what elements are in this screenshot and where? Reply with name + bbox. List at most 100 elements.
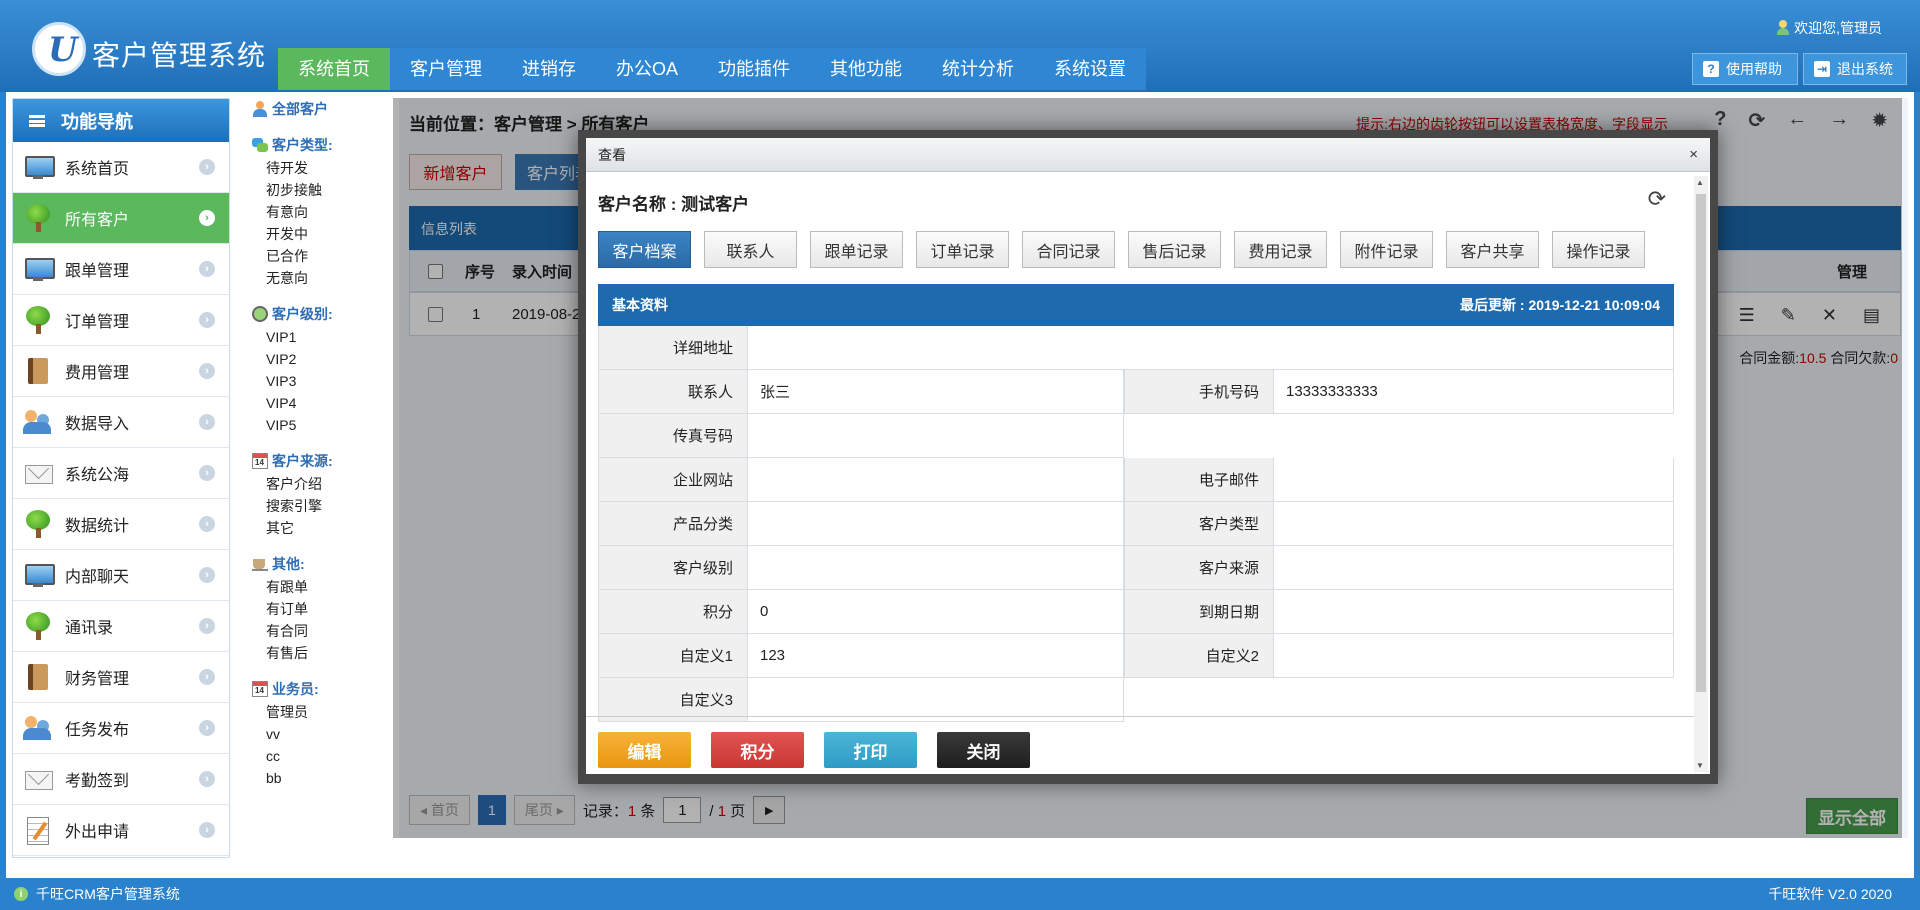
- tab-orders[interactable]: 订单记录: [916, 231, 1009, 268]
- field-label: 自定义3: [598, 678, 748, 721]
- nav-office[interactable]: 办公OA: [596, 48, 698, 90]
- scroll-thumb[interactable]: [1696, 194, 1706, 692]
- refresh-icon[interactable]: ⟳: [1648, 186, 1666, 212]
- filter-item[interactable]: 客户介绍: [252, 473, 392, 495]
- filter-item[interactable]: 待开发: [252, 157, 392, 179]
- points-button[interactable]: 积分: [711, 732, 804, 768]
- sidebar-item[interactable]: 任务发布 ›: [13, 703, 229, 754]
- sidebar-item[interactable]: 数据导入 ›: [13, 397, 229, 448]
- filter-item[interactable]: 有意向: [252, 201, 392, 223]
- sidebar-item[interactable]: 订单管理 ›: [13, 295, 229, 346]
- sidebar-item-label: 跟单管理: [65, 263, 130, 280]
- info-icon: i: [14, 887, 28, 901]
- chevron-right-icon: ›: [199, 363, 215, 379]
- sidebar-item[interactable]: 财务管理 ›: [13, 652, 229, 703]
- filter-item[interactable]: VIP5: [252, 414, 392, 436]
- nav-other[interactable]: 其他功能: [810, 48, 922, 90]
- edit-button[interactable]: 编辑: [598, 732, 691, 768]
- filter-item[interactable]: VIP4: [252, 392, 392, 414]
- sidebar-item-label: 任务发布: [65, 722, 130, 739]
- filter-all-customers[interactable]: 全部客户: [252, 98, 392, 120]
- chevron-right-icon: ›: [199, 312, 215, 328]
- filter-item[interactable]: 无意向: [252, 267, 392, 289]
- print-button[interactable]: 打印: [824, 732, 917, 768]
- filter-group-level: 客户级别: VIP1 VIP2 VIP3 VIP4 VIP5: [252, 303, 392, 436]
- filter-item[interactable]: VIP3: [252, 370, 392, 392]
- filter-item[interactable]: VIP1: [252, 326, 392, 348]
- sidebar-item[interactable]: 系统公海 ›: [13, 448, 229, 499]
- filter-item[interactable]: bb: [252, 767, 392, 789]
- nav-customers[interactable]: 客户管理: [390, 48, 502, 90]
- tab-contracts[interactable]: 合同记录: [1022, 231, 1115, 268]
- sidebar-item[interactable]: 通讯录 ›: [13, 601, 229, 652]
- dialog-scrollbar[interactable]: ▲ ▼: [1694, 176, 1708, 772]
- filter-item[interactable]: 有跟单: [252, 576, 392, 598]
- tab-expenses[interactable]: 费用记录: [1234, 231, 1327, 268]
- filter-item[interactable]: 开发中: [252, 223, 392, 245]
- sidebar-item[interactable]: 费用管理 ›: [13, 346, 229, 397]
- dialog-actions: 编辑 积分 打印 关闭: [598, 732, 1030, 768]
- tab-aftersales[interactable]: 售后记录: [1128, 231, 1221, 268]
- filter-type-title: 客户类型:: [252, 134, 392, 156]
- tab-attachments[interactable]: 附件记录: [1340, 231, 1433, 268]
- sidebar: 功能导航 系统首页 › 所有客户 › 跟单管理 › 订单管理 › 费用管理 › 数据导入 › 系统公海 ›…: [12, 98, 230, 858]
- field-label: 产品分类: [598, 502, 748, 545]
- filter-item[interactable]: 管理员: [252, 701, 392, 723]
- sidebar-item-label: 考勤签到: [65, 773, 130, 790]
- filter-item[interactable]: 初步接触: [252, 179, 392, 201]
- expire-value: [1274, 590, 1674, 633]
- logout-button[interactable]: ⇥ 退出系统: [1803, 53, 1907, 85]
- section-title: 基本资料: [612, 297, 668, 313]
- sidebar-item[interactable]: 跟单管理 ›: [13, 244, 229, 295]
- custom3-value: [748, 678, 1124, 721]
- footer-right: 千旺软件 V2.0 2020: [1768, 886, 1892, 902]
- nav-stats[interactable]: 统计分析: [922, 48, 1034, 90]
- filter-level-title: 客户级别:: [252, 303, 392, 325]
- tab-followups[interactable]: 跟单记录: [810, 231, 903, 268]
- scroll-up-icon[interactable]: ▲: [1696, 178, 1704, 187]
- nav-inventory[interactable]: 进销存: [502, 48, 596, 90]
- filter-item[interactable]: VIP2: [252, 348, 392, 370]
- calendar-icon: [252, 453, 268, 469]
- chevron-right-icon: ›: [199, 465, 215, 481]
- filter-item[interactable]: 其它: [252, 517, 392, 539]
- tab-profile[interactable]: 客户档案: [598, 231, 691, 268]
- people-icon: [23, 714, 53, 742]
- field-label: 客户类型: [1124, 502, 1274, 545]
- sidebar-item[interactable]: 所有客户 ›: [13, 193, 229, 244]
- filter-item[interactable]: cc: [252, 745, 392, 767]
- tab-contacts[interactable]: 联系人: [704, 231, 797, 268]
- filter-item[interactable]: 有订单: [252, 598, 392, 620]
- sidebar-item[interactable]: 数据统计 ›: [13, 499, 229, 550]
- tree-icon: [23, 612, 53, 640]
- filter-item[interactable]: 有售后: [252, 642, 392, 664]
- sidebar-item[interactable]: 考勤签到 ›: [13, 754, 229, 805]
- field-label: 自定义1: [598, 634, 748, 677]
- close-icon[interactable]: ×: [1689, 146, 1698, 163]
- filter-item[interactable]: vv: [252, 723, 392, 745]
- tab-operations[interactable]: 操作记录: [1552, 231, 1645, 268]
- logout-icon: ⇥: [1814, 61, 1830, 77]
- chevron-right-icon: ›: [199, 516, 215, 532]
- filter-item[interactable]: 有合同: [252, 620, 392, 642]
- chevron-right-icon: ›: [199, 159, 215, 175]
- customer-name: 客户名称 : 测试客户: [598, 195, 750, 214]
- chevron-right-icon: ›: [199, 771, 215, 787]
- tab-sharing[interactable]: 客户共享: [1446, 231, 1539, 268]
- nav-plugins[interactable]: 功能插件: [698, 48, 810, 90]
- sidebar-item[interactable]: 系统首页 ›: [13, 142, 229, 193]
- filter-group-type: 客户类型: 待开发 初步接触 有意向 开发中 已合作 无意向: [252, 134, 392, 289]
- help-button[interactable]: ? 使用帮助: [1692, 53, 1798, 85]
- chevron-right-icon: ›: [199, 567, 215, 583]
- chevron-right-icon: ›: [199, 261, 215, 277]
- scroll-down-icon[interactable]: ▼: [1696, 761, 1704, 770]
- sidebar-item[interactable]: 外出申请 ›: [13, 805, 229, 856]
- dialog-tabs: 客户档案 联系人 跟单记录 订单记录 合同记录 售后记录 费用记录 附件记录 客…: [598, 231, 1645, 268]
- filter-item[interactable]: 已合作: [252, 245, 392, 267]
- nav-settings[interactable]: 系统设置: [1034, 48, 1146, 90]
- sidebar-item[interactable]: 内部聊天 ›: [13, 550, 229, 601]
- close-button[interactable]: 关闭: [937, 732, 1030, 768]
- nav-home[interactable]: 系统首页: [278, 48, 390, 90]
- filter-item[interactable]: 搜索引擎: [252, 495, 392, 517]
- help-label: 使用帮助: [1726, 61, 1782, 77]
